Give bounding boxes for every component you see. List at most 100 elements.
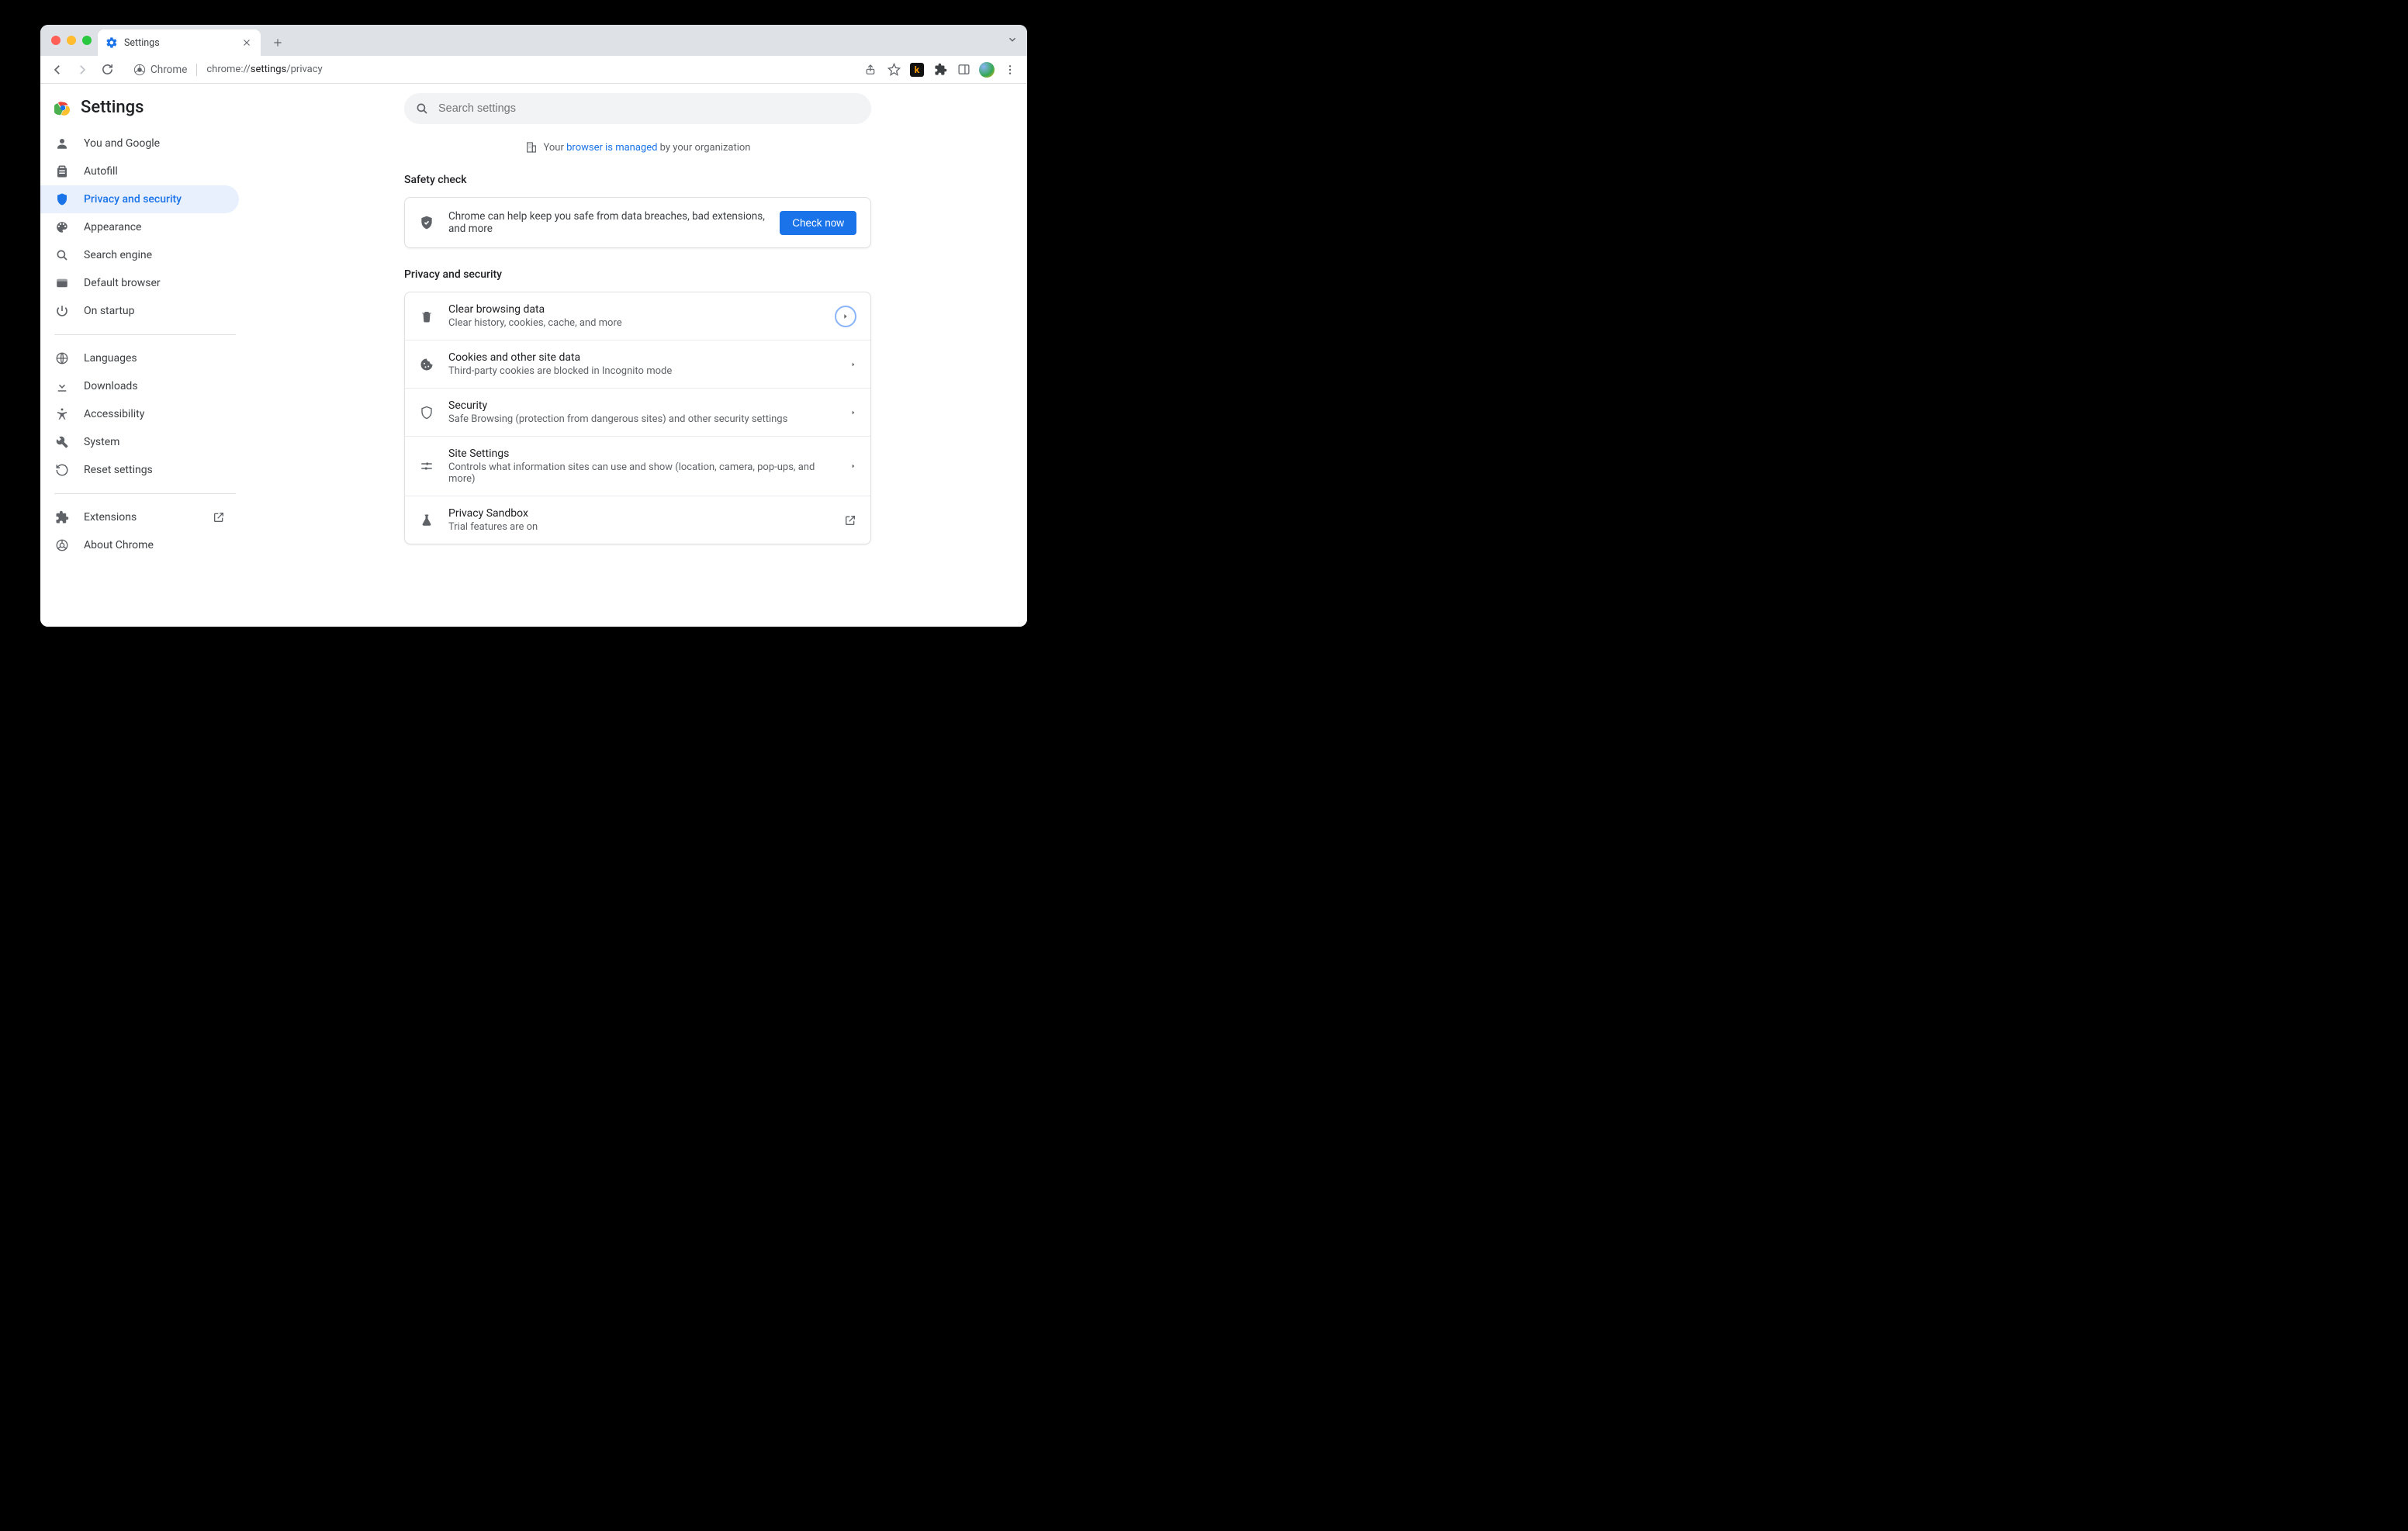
search-settings[interactable]	[404, 93, 871, 124]
privacy-card: Clear browsing data Clear history, cooki…	[404, 292, 871, 544]
sidebar-item-privacy-security[interactable]: Privacy and security	[40, 185, 239, 213]
sidebar-item-label: Default browser	[84, 277, 161, 289]
section-title: Safety check	[404, 174, 871, 186]
menu-button[interactable]	[999, 59, 1021, 81]
tab-title: Settings	[124, 37, 160, 49]
reload-button[interactable]	[96, 59, 118, 81]
chevron-right-icon[interactable]	[835, 306, 856, 327]
sidebar-item-accessibility[interactable]: Accessibility	[40, 400, 239, 428]
shield-check-icon	[419, 215, 434, 230]
sidebar-item-autofill[interactable]: Autofill	[40, 157, 239, 185]
clipboard-icon	[54, 164, 70, 178]
profile-button[interactable]	[976, 59, 998, 81]
sidebar-item-label: About Chrome	[84, 539, 154, 551]
sidebar-item-appearance[interactable]: Appearance	[40, 213, 239, 241]
share-button[interactable]	[860, 59, 881, 81]
sidebar-item-downloads[interactable]: Downloads	[40, 372, 239, 400]
close-tab-button[interactable]	[240, 36, 253, 49]
site-chip: Chrome	[133, 64, 187, 76]
sidebar-item-reset[interactable]: Reset settings	[40, 456, 239, 484]
row-text: Cookies and other site data Third-party …	[448, 351, 836, 377]
divider	[54, 334, 236, 335]
privacy-section: Privacy and security Clear browsing data…	[404, 268, 871, 544]
row-security[interactable]: Security Safe Browsing (protection from …	[405, 388, 870, 436]
nav-list-primary: You and Google Autofill Privacy and secu…	[40, 128, 248, 327]
back-button[interactable]	[47, 59, 68, 81]
managed-banner: Your browser is managed by your organiza…	[525, 141, 751, 154]
extensions-button[interactable]	[929, 59, 951, 81]
address-bar[interactable]: Chrome chrome://settings/privacy	[126, 59, 847, 81]
puzzle-icon	[54, 510, 70, 524]
managed-link[interactable]: browser is managed	[566, 142, 657, 154]
forward-button[interactable]	[71, 59, 93, 81]
tab-strip: Settings	[40, 25, 1027, 56]
url-text: chrome://settings/privacy	[206, 64, 322, 75]
browser-toolbar: Chrome chrome://settings/privacy k	[40, 56, 1027, 84]
chevron-right-icon	[850, 361, 856, 368]
sidebar-item-label: System	[84, 436, 119, 448]
row-clear-browsing-data[interactable]: Clear browsing data Clear history, cooki…	[405, 292, 870, 340]
sidebar-item-label: Search engine	[84, 249, 152, 261]
open-external-icon	[844, 514, 856, 527]
safety-text: Chrome can help keep you safe from data …	[448, 210, 766, 235]
close-window-button[interactable]	[51, 36, 61, 45]
sidebar-item-label: Languages	[84, 352, 137, 365]
accessibility-icon	[54, 407, 70, 421]
sidebar-item-on-startup[interactable]: On startup	[40, 297, 239, 325]
flask-icon	[419, 513, 434, 527]
sidebar-item-label: Extensions	[84, 511, 137, 524]
sidebar-item-you-and-google[interactable]: You and Google	[40, 130, 239, 157]
sidebar-item-default-browser[interactable]: Default browser	[40, 269, 239, 297]
open-external-icon	[213, 511, 225, 524]
settings-content: Settings You and Google Autofill Privacy…	[40, 84, 1027, 627]
sidebar-item-about[interactable]: About Chrome	[40, 531, 239, 559]
divider	[54, 493, 236, 494]
power-icon	[54, 304, 70, 318]
chrome-logo-icon	[54, 99, 71, 116]
maximize-window-button[interactable]	[82, 36, 92, 45]
globe-icon	[54, 351, 70, 365]
row-text: Site Settings Controls what information …	[448, 448, 836, 485]
row-cookies[interactable]: Cookies and other site data Third-party …	[405, 340, 870, 388]
sidebar-item-extensions[interactable]: Extensions	[40, 503, 239, 531]
bookmark-button[interactable]	[883, 59, 905, 81]
download-icon	[54, 379, 70, 393]
sidebar-item-system[interactable]: System	[40, 428, 239, 456]
sidebar-item-label: Reset settings	[84, 464, 153, 476]
sidebar-item-languages[interactable]: Languages	[40, 344, 239, 372]
safety-check-card: Chrome can help keep you safe from data …	[404, 197, 871, 248]
gear-icon	[106, 36, 118, 49]
browser-tab[interactable]: Settings	[98, 29, 261, 56]
search-input[interactable]	[438, 102, 860, 115]
chrome-icon	[133, 64, 146, 76]
browser-window: Settings Chrome chr	[40, 25, 1027, 627]
search-icon	[415, 102, 429, 116]
chip-label: Chrome	[150, 64, 187, 76]
trash-icon	[419, 309, 434, 323]
wrench-icon	[54, 435, 70, 449]
sidebar-item-search-engine[interactable]: Search engine	[40, 241, 239, 269]
minimize-window-button[interactable]	[67, 36, 76, 45]
check-now-button[interactable]: Check now	[780, 211, 856, 235]
palette-icon	[54, 220, 70, 234]
extension-k-icon[interactable]: k	[906, 59, 928, 81]
side-panel-button[interactable]	[953, 59, 974, 81]
sidebar-item-label: Downloads	[84, 380, 138, 392]
safety-check-section: Safety check Chrome can help keep you sa…	[404, 174, 871, 248]
tab-search-button[interactable]	[1007, 34, 1018, 45]
new-tab-button[interactable]	[267, 32, 289, 54]
toolbar-actions: k	[860, 59, 1021, 81]
shield-icon	[54, 192, 70, 206]
browser-icon	[54, 276, 70, 290]
row-text: Clear browsing data Clear history, cooki…	[448, 303, 821, 329]
window-controls	[48, 25, 98, 56]
separator	[196, 64, 197, 76]
sidebar-item-label: Appearance	[84, 221, 141, 233]
chrome-outline-icon	[54, 538, 70, 552]
shield-icon	[419, 406, 434, 420]
nav-list-footer: Extensions About Chrome	[40, 502, 248, 561]
row-site-settings[interactable]: Site Settings Controls what information …	[405, 436, 870, 496]
row-privacy-sandbox[interactable]: Privacy Sandbox Trial features are on	[405, 496, 870, 544]
chevron-right-icon	[850, 410, 856, 416]
section-title: Privacy and security	[404, 268, 871, 281]
